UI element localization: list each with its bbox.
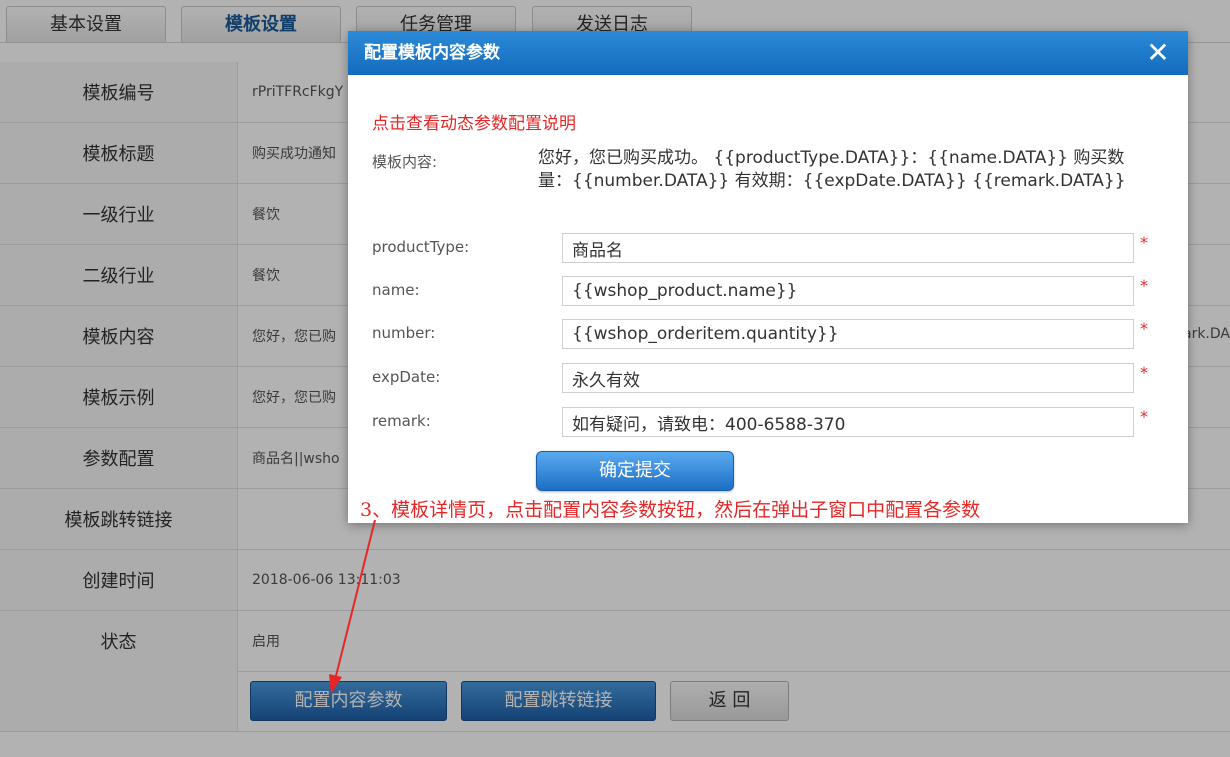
close-icon[interactable]: ✕ xyxy=(1142,37,1174,69)
submit-button[interactable]: 确定提交 xyxy=(536,451,734,491)
tutorial-annotation: 3、模板详情页，点击配置内容参数按钮，然后在弹出子窗口中配置各参数 xyxy=(360,499,981,521)
required-mark: * xyxy=(1140,233,1148,252)
dialog-header: 配置模板内容参数 ✕ xyxy=(348,31,1188,75)
remark-input[interactable] xyxy=(562,407,1134,437)
required-mark: * xyxy=(1140,276,1148,295)
expDate-input[interactable] xyxy=(562,363,1134,393)
name-input[interactable] xyxy=(562,276,1134,306)
template-content-label: 模板内容: xyxy=(372,153,438,171)
field-label: name: xyxy=(372,281,420,299)
field-label: expDate: xyxy=(372,368,441,386)
field-label: remark: xyxy=(372,412,431,430)
required-mark: * xyxy=(1140,407,1148,426)
config-params-dialog: 配置模板内容参数 ✕ 点击查看动态参数配置说明 模板内容: 您好，您已购买成功。… xyxy=(348,31,1188,523)
required-mark: * xyxy=(1140,319,1148,338)
dialog-title: 配置模板内容参数 xyxy=(364,43,500,63)
required-mark: * xyxy=(1140,363,1148,382)
number-input[interactable] xyxy=(562,319,1134,349)
help-link[interactable]: 点击查看动态参数配置说明 xyxy=(372,109,576,134)
field-label: productType: xyxy=(372,238,470,256)
template-content-text: 您好，您已购买成功。 {{productType.DATA}}：{{name.D… xyxy=(538,148,1126,191)
productType-input[interactable] xyxy=(562,233,1134,263)
field-label: number: xyxy=(372,324,436,342)
